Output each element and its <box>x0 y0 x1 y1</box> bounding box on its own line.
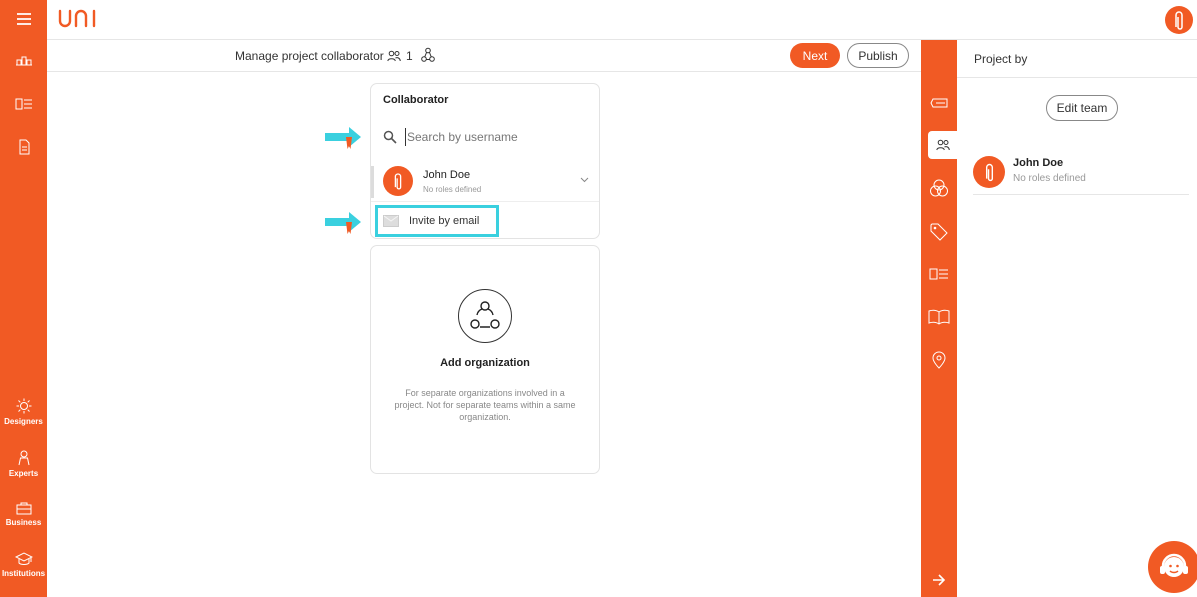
tool-team[interactable] <box>928 131 957 159</box>
venn-circles-icon <box>930 179 948 197</box>
add-organization-description: For separate organizations involved in a… <box>394 388 576 422</box>
invite-label: Invite by email <box>409 215 480 227</box>
sidebar-item-projects[interactable] <box>0 55 47 67</box>
search-input[interactable] <box>405 128 585 146</box>
sidebar-label-experts: Experts <box>8 469 39 478</box>
pointer-arrow-icon <box>325 127 361 149</box>
add-organization-card[interactable]: Add organization For separate organizati… <box>370 245 600 474</box>
network-icon <box>421 47 435 62</box>
collaborator-count-value: 1 <box>406 49 413 63</box>
sidebar-item-institutions[interactable]: Institutions <box>0 552 47 578</box>
tool-layout[interactable] <box>921 260 957 288</box>
sidebar-item-document[interactable] <box>0 139 47 155</box>
sidebar-label-designers: Designers <box>4 417 43 426</box>
tool-location[interactable] <box>921 346 957 374</box>
hamburger-icon <box>16 13 31 25</box>
uni-logo[interactable] <box>57 6 101 30</box>
document-icon <box>19 139 29 155</box>
briefcase-icon <box>16 502 31 515</box>
collaborator-count: 1 <box>387 49 413 63</box>
publish-button[interactable]: Publish <box>847 43 909 68</box>
project-header: Manage project collaborator 1 Next Publi… <box>47 40 921 72</box>
row-accent <box>371 166 374 198</box>
collaborator-role: No roles defined <box>423 185 482 194</box>
avatar <box>383 166 413 196</box>
collaborator-name: John Doe <box>423 169 471 181</box>
pointer-arrow-icon <box>325 212 361 234</box>
user-avatar[interactable] <box>1165 6 1193 34</box>
headset-icon <box>1160 553 1188 577</box>
tool-book[interactable] <box>921 303 957 331</box>
clip-logo-icon <box>985 163 993 182</box>
team-member-name: John Doe <box>1013 157 1064 169</box>
divider <box>957 77 1197 78</box>
edit-team-button[interactable]: Edit team <box>1046 95 1118 121</box>
next-button[interactable]: Next <box>790 43 840 68</box>
right-toolbar <box>921 40 957 597</box>
collaborator-card-title: Collaborator <box>383 94 449 106</box>
sidebar-item-designers[interactable]: Designers <box>0 398 47 426</box>
team-member-row[interactable]: John Doe No roles defined <box>973 154 1189 195</box>
top-bar <box>47 0 1197 40</box>
book-icon <box>928 309 950 325</box>
logo-icon <box>58 9 96 28</box>
envelope-icon <box>383 215 399 227</box>
panel-title: Project by <box>974 52 1028 66</box>
search-row <box>383 128 585 146</box>
network-icon <box>470 301 500 329</box>
blocks-icon <box>15 56 32 66</box>
support-chat-button[interactable] <box>1148 541 1197 593</box>
sun-icon <box>16 398 31 414</box>
people-icon <box>387 50 401 62</box>
collaborator-card: Collaborator John Doe No roles defined I… <box>370 83 600 239</box>
team-member-role: No roles defined <box>1013 173 1086 184</box>
map-pin-icon <box>932 351 946 369</box>
tool-price-tag[interactable] <box>921 218 957 246</box>
list-icon <box>15 98 32 110</box>
clip-logo-icon <box>394 173 402 190</box>
arrow-right-icon <box>933 574 946 586</box>
sidebar-item-business[interactable]: Business <box>0 501 47 527</box>
chevron-down-icon[interactable] <box>580 177 589 183</box>
organization-indicator[interactable] <box>421 47 435 63</box>
tag-icon <box>930 223 948 241</box>
person-icon <box>18 450 29 466</box>
add-organization-title: Add organization <box>440 357 530 369</box>
tool-expand[interactable] <box>921 566 957 594</box>
tool-circles[interactable] <box>921 174 957 202</box>
sidebar-item-list[interactable] <box>0 98 47 110</box>
people-icon <box>935 139 950 151</box>
avatar <box>973 156 1005 188</box>
list-icon <box>929 268 948 280</box>
clip-logo-icon <box>1175 11 1183 30</box>
sidebar-label-business: Business <box>5 518 42 527</box>
graduation-cap-icon <box>14 552 33 565</box>
project-by-panel: Project by Edit team John Doe No roles d… <box>957 40 1197 597</box>
menu-toggle[interactable] <box>0 12 47 26</box>
label-icon <box>930 98 948 108</box>
page-title: Manage project collaborator <box>235 49 384 63</box>
organization-icon <box>458 289 512 343</box>
sidebar-item-experts[interactable]: Experts <box>0 450 47 478</box>
invite-by-email-button[interactable]: Invite by email <box>375 205 499 237</box>
sidebar-label-institutions: Institutions <box>1 569 46 578</box>
tool-tags[interactable] <box>921 89 957 117</box>
left-sidebar: Designers Experts Business Institutions <box>0 0 47 597</box>
collaborator-row[interactable]: John Doe No roles defined <box>371 164 599 202</box>
search-icon <box>383 130 397 144</box>
